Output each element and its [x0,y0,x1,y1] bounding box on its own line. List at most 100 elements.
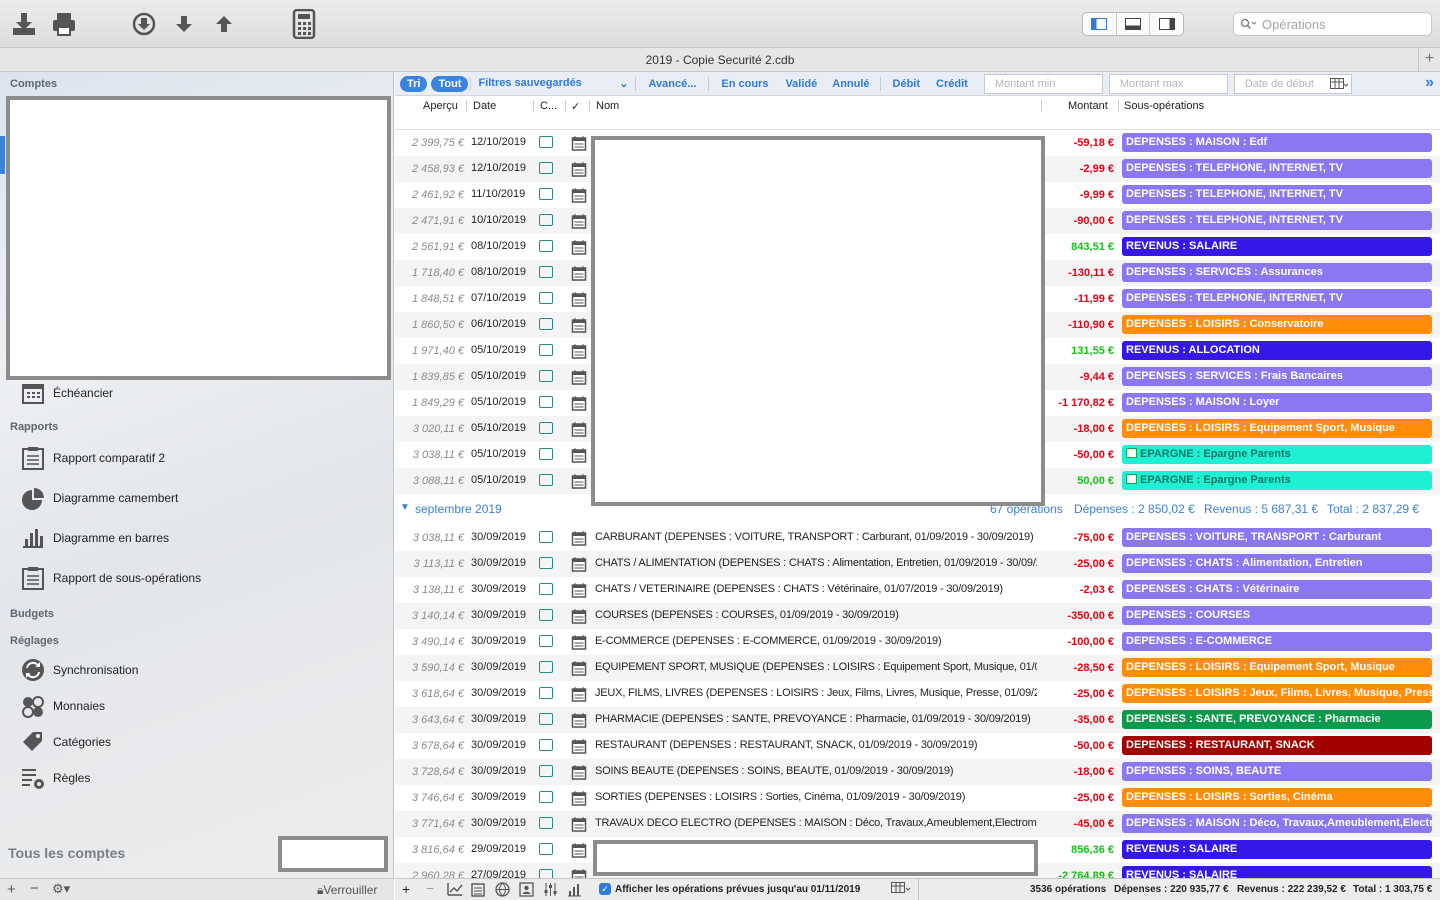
amount-max-field[interactable]: Montant max [1108,73,1228,94]
calendar-icon[interactable] [571,343,587,362]
calendar-icon[interactable] [571,317,587,336]
col-amount[interactable]: Montant [1068,100,1108,112]
add-tab-icon[interactable]: + [1418,48,1440,72]
sidebar-item-suboperations-report[interactable]: Rapport de sous-opérations [20,565,201,591]
calendar-icon[interactable] [571,135,587,154]
filter-all-button[interactable]: Tout [431,75,469,92]
filter-debit[interactable]: Débit [881,78,933,90]
line-chart-icon[interactable] [447,882,463,899]
calendar-icon[interactable] [571,634,587,653]
globe-icon[interactable] [495,882,510,900]
calendar-icon[interactable] [571,530,587,549]
accounts-list-redacted[interactable] [6,96,391,380]
col-date[interactable]: Date [473,100,496,112]
calendar-icon[interactable] [571,842,587,861]
col-subops[interactable]: Sous-opérations [1124,100,1204,112]
calendar-icon[interactable] [571,161,587,180]
sidebar-item-bar-chart[interactable]: Diagramme en barres [20,525,169,551]
add-operation-icon[interactable]: + [402,881,410,897]
all-accounts-balance-redacted [278,836,388,872]
search-field[interactable]: Opérations [1233,12,1432,36]
calendar-icon[interactable] [571,213,587,232]
col-c[interactable]: C... [540,100,557,112]
col-preview[interactable]: Aperçu [423,100,458,112]
calendar-icon[interactable] [571,868,587,878]
advanced-filter-button[interactable]: Avancé... [636,78,708,90]
sliders-icon[interactable] [543,882,558,900]
bar-chart-icon[interactable] [567,882,582,900]
arrow-up-icon[interactable] [208,8,240,40]
right-panel-icon[interactable] [1150,13,1183,35]
sidebar-item-currencies[interactable]: Monnaies [20,693,105,719]
table-row[interactable]: 3 590,14 € 30/09/2019 EQUIPEMENT SPORT, MU… [395,655,1440,681]
arrow-down-icon[interactable] [168,8,200,40]
calendar-icon[interactable] [571,187,587,206]
calendar-icon[interactable] [571,447,587,466]
calendar-icon[interactable] [571,738,587,757]
calculator-icon[interactable] [288,8,320,40]
calendar-icon[interactable] [571,608,587,627]
col-check[interactable]: ✓ [571,100,580,113]
table-row[interactable]: 3 678,64 € 30/09/2019 RESTAURANT (DEPENSES… [395,733,1440,759]
amount-min-field[interactable]: Montant min [983,73,1103,94]
filter-cancelled[interactable]: Annulé [822,78,879,90]
calendar-icon[interactable] [571,421,587,440]
calendar-icon[interactable] [571,816,587,835]
calendar-icon[interactable] [571,582,587,601]
filter-validated[interactable]: Validé [780,78,822,90]
sidebar-item-sync[interactable]: Synchronisation [20,657,138,683]
table-row[interactable]: 3 138,11 € 30/09/2019 CHATS / VETERINAIRE … [395,577,1440,603]
report-icon[interactable] [471,882,485,900]
table-row[interactable]: 3 728,64 € 30/09/2019 SOINS BEAUTE (DEPENS… [395,759,1440,785]
left-panel-icon[interactable] [1083,13,1117,35]
contact-card-icon[interactable] [519,882,534,900]
calendar-icon[interactable] [571,686,587,705]
calendar-icon[interactable] [571,556,587,575]
download-icon[interactable] [8,8,40,40]
calendar-icon[interactable] [571,265,587,284]
filter-credit[interactable]: Crédit [932,78,972,90]
show-planned-checkbox[interactable]: ✓ [599,883,611,895]
circle-down-icon[interactable] [128,8,160,40]
category-badge: DEPENSES : LOISIRS : Conservatoire [1122,315,1432,334]
table-row[interactable]: 3 618,64 € 30/09/2019 JEUX, FILMS, LIVRES … [395,681,1440,707]
table-row[interactable]: 3 113,11 € 30/09/2019 CHATS / ALIMENTATION… [395,551,1440,577]
start-date-field[interactable]: Date de début [1233,73,1352,94]
table-row[interactable]: 3 140,14 € 30/09/2019 COURSES (DEPENSES : … [395,603,1440,629]
calendar-icon[interactable] [571,369,587,388]
table-row[interactable]: 3 643,64 € 30/09/2019 PHARMACIE (DEPENSES … [395,707,1440,733]
calendar-icon[interactable] [571,660,587,679]
sidebar-item-rules[interactable]: Règles [20,765,90,791]
remove-account-icon[interactable]: − [30,880,39,897]
remove-operation-icon[interactable]: − [426,880,434,896]
col-name[interactable]: Nom [596,100,619,112]
calendar-icon[interactable] [571,473,587,492]
add-account-icon[interactable]: + [7,881,16,898]
calendar-icon[interactable] [571,291,587,310]
print-icon[interactable] [48,8,80,40]
sidebar-item-report-comparative[interactable]: Rapport comparatif 2 [20,445,165,471]
sort-button[interactable]: Tri [400,75,428,92]
category-label: DEPENSES : E-COMMERCE [1126,635,1273,647]
bottom-panel-icon[interactable] [1117,13,1151,35]
saved-filters-dropdown[interactable]: Filtres sauvegardés ⌄ [471,77,635,90]
calendar-icon[interactable] [571,239,587,258]
calendar-icon[interactable] [571,712,587,731]
table-row[interactable]: 3 038,11 € 30/09/2019 CARBURANT (DEPENSES … [395,525,1440,551]
lock-button[interactable]: 🔒︎Verrouiller [317,883,377,898]
table-row[interactable]: 3 490,14 € 30/09/2019 E-COMMERCE (DEPENSES… [395,629,1440,655]
table-view-icon[interactable] [891,882,913,897]
disclosure-triangle-icon[interactable]: ▼ [400,502,410,513]
calendar-icon[interactable] [571,395,587,414]
gear-icon[interactable]: ⚙▾ [52,881,70,897]
calendar-icon[interactable] [571,764,587,783]
sidebar-item-categories[interactable]: Catégories [20,729,111,755]
table-row[interactable]: 3 771,64 € 30/09/2019 TRAVAUX DECO ELECTRO… [395,811,1440,837]
filter-pending[interactable]: En cours [709,78,780,90]
calendar-icon[interactable] [571,790,587,809]
expand-arrows-icon[interactable]: » [1425,74,1434,92]
table-row[interactable]: 3 746,64 € 30/09/2019 SORTIES (DEPENSES : … [395,785,1440,811]
sidebar-item-scheduler[interactable]: Échéancier [20,380,113,406]
filter-bar: Tri Tout Filtres sauvegardés ⌄ Avancé... … [395,72,1440,96]
sidebar-item-pie-chart[interactable]: Diagramme camembert [20,485,178,511]
